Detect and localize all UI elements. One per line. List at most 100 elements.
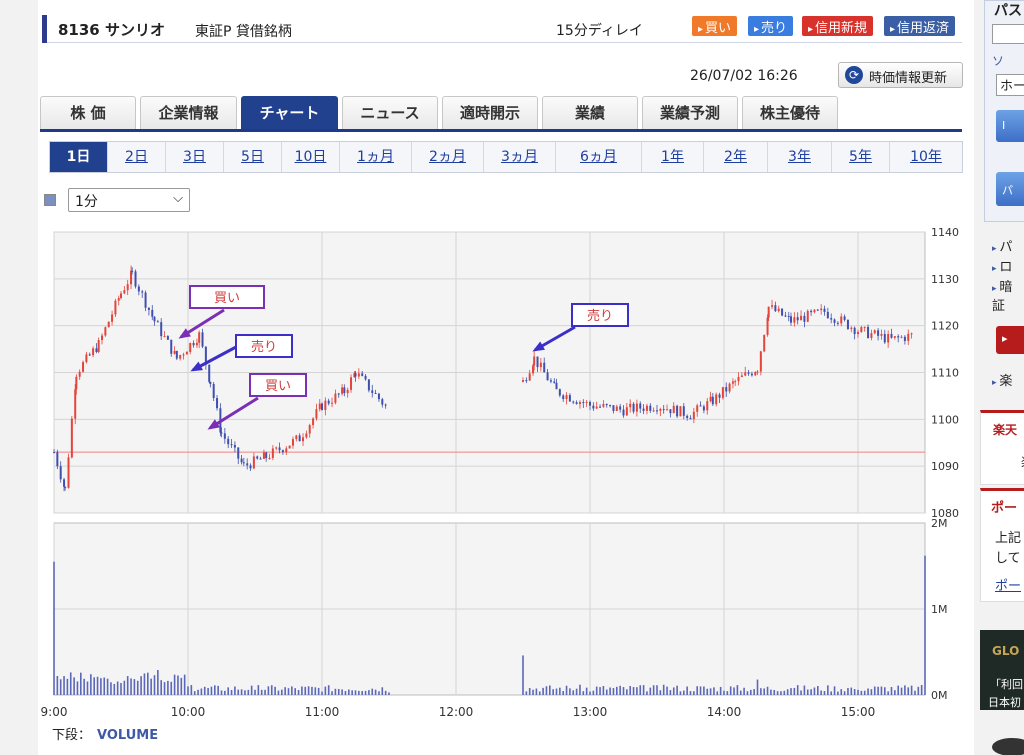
volume-link[interactable]: VOLUME xyxy=(97,728,158,743)
volume-bar xyxy=(100,678,102,695)
candle-body xyxy=(609,405,612,407)
tab-benefits[interactable]: 株主優待 xyxy=(742,96,838,129)
volume-bar xyxy=(230,689,233,695)
price-tick-label: 1100 xyxy=(931,413,959,426)
candle-body xyxy=(56,452,59,467)
period-10d[interactable]: 10日 xyxy=(282,142,340,172)
period-10y[interactable]: 10年 xyxy=(890,142,962,172)
candle-body xyxy=(216,398,219,409)
tab-forecast[interactable]: 業績予測 xyxy=(642,96,738,129)
period-5d[interactable]: 5日 xyxy=(224,142,282,172)
volume-bar xyxy=(297,689,300,695)
volume-bar xyxy=(549,685,551,695)
period-2d[interactable]: 2日 xyxy=(108,142,166,172)
period-2y[interactable]: 2年 xyxy=(704,142,768,172)
margin-repay-button[interactable]: 信用返済 xyxy=(884,16,956,36)
sidebar-button-2[interactable]: パ xyxy=(996,172,1024,206)
candle-body xyxy=(870,333,873,339)
buy-button[interactable]: 買い xyxy=(692,16,738,36)
home-select[interactable]: ホー xyxy=(996,74,1024,96)
candle-body xyxy=(558,389,561,396)
box-portfolio-link[interactable]: ポー xyxy=(995,575,1021,594)
period-3y[interactable]: 3年 xyxy=(768,142,832,172)
candle-body xyxy=(553,381,556,383)
volume-bar xyxy=(616,686,618,695)
period-6m[interactable]: 6ヵ月 xyxy=(556,142,642,172)
tab-company[interactable]: 企業情報 xyxy=(140,96,237,129)
keyboard-icon[interactable]: ソ xyxy=(992,52,1004,69)
volume-bar xyxy=(565,685,568,695)
ad-line2: 日本初 xyxy=(988,696,1021,709)
period-3d[interactable]: 3日 xyxy=(166,142,224,172)
volume-bar xyxy=(666,686,668,695)
volume-bar xyxy=(56,676,59,695)
candle-body xyxy=(192,343,195,346)
candle-body xyxy=(195,342,198,346)
header-accent-bar xyxy=(42,15,47,43)
period-selector: 1日 2日 3日 5日 10日 1ヵ月 2ヵ月 3ヵ月 6ヵ月 1年 2年 3年… xyxy=(49,141,963,173)
sidebar-red-button[interactable]: ▸ xyxy=(996,326,1024,354)
candle-body xyxy=(840,316,843,324)
period-5y[interactable]: 5年 xyxy=(832,142,890,172)
volume-bar xyxy=(569,688,571,695)
candle-body xyxy=(281,450,284,453)
candle-body xyxy=(883,333,886,343)
candle-body xyxy=(201,332,204,347)
sidebar-link-2[interactable]: ロ xyxy=(992,256,1012,275)
period-2m[interactable]: 2ヵ月 xyxy=(412,142,484,172)
tab-price[interactable]: 株 価 xyxy=(40,96,136,129)
annotation-label: 買い xyxy=(214,291,240,306)
tab-chart[interactable]: チャート xyxy=(241,96,338,129)
volume-bar xyxy=(830,691,832,695)
volume-bar xyxy=(277,690,280,695)
period-3m[interactable]: 3ヵ月 xyxy=(484,142,556,172)
candle-body xyxy=(252,456,255,469)
candle-body xyxy=(649,405,652,411)
period-1y[interactable]: 1年 xyxy=(642,142,704,172)
candle-body xyxy=(589,401,591,406)
interval-select[interactable]: 1分 ⌵ xyxy=(68,188,190,212)
margin-new-button[interactable]: 信用新規 xyxy=(802,16,874,36)
candle-body xyxy=(813,309,816,313)
sidebar-title: パス xyxy=(994,3,1022,19)
volume-bar xyxy=(676,685,678,695)
sidebar-link-1[interactable]: パ xyxy=(992,236,1012,255)
sell-button[interactable]: 売り xyxy=(748,16,794,36)
sidebar-link-4[interactable]: 楽 xyxy=(992,370,1012,389)
volume-bar xyxy=(177,675,179,695)
login-button[interactable]: I xyxy=(996,110,1024,142)
volume-bar xyxy=(790,688,792,695)
volume-bar xyxy=(843,691,846,695)
delay-note: 15分ディレイ xyxy=(556,23,643,39)
tab-news[interactable]: ニュース xyxy=(342,96,438,129)
period-1m[interactable]: 1ヵ月 xyxy=(340,142,412,172)
volume-bar xyxy=(605,689,608,695)
candle-body xyxy=(271,448,274,458)
candle-body xyxy=(268,457,271,459)
volume-bar xyxy=(66,678,69,695)
tab-disclosure[interactable]: 適時開示 xyxy=(442,96,538,129)
refresh-button[interactable]: ⟳ 時価情報更新 xyxy=(838,62,963,88)
tab-earnings[interactable]: 業績 xyxy=(542,96,638,129)
sidebar-ad[interactable]: GLO 「利回 日本初 xyxy=(980,630,1024,710)
volume-bar xyxy=(766,686,769,695)
candle-body xyxy=(568,395,571,402)
candle-body xyxy=(756,371,759,373)
volume-bar xyxy=(756,679,759,695)
volume-bar xyxy=(840,689,843,695)
volume-bar xyxy=(136,680,139,695)
sidebar-link-3[interactable]: 暗証 xyxy=(992,276,1024,314)
time-tick-label: 15:00 xyxy=(841,705,876,719)
volume-bar xyxy=(884,687,886,695)
volume-bar xyxy=(113,683,116,695)
period-1d[interactable]: 1日 xyxy=(50,142,108,172)
login-input[interactable] xyxy=(992,24,1024,44)
volume-bar xyxy=(555,688,558,695)
lower-label-text: 下段： xyxy=(52,728,92,743)
candle-body xyxy=(572,401,575,403)
volume-bar xyxy=(699,686,702,695)
volume-bar xyxy=(910,685,913,695)
candle-body xyxy=(666,409,669,411)
candle-body xyxy=(182,354,185,356)
candle-body xyxy=(595,406,598,409)
